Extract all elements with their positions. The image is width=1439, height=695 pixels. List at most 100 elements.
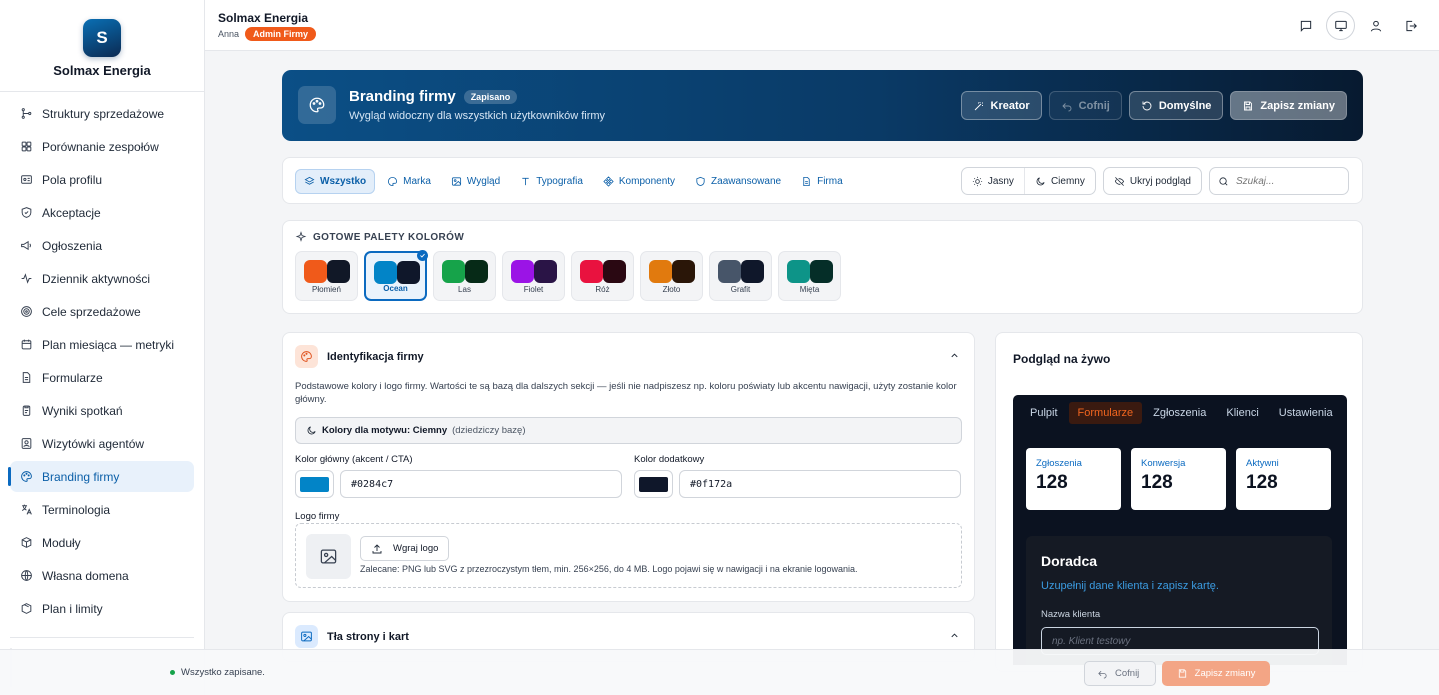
preview-tab: Klienci: [1226, 407, 1259, 419]
sun-icon: [972, 176, 982, 186]
preview-field-label: Nazwa klienta: [1041, 609, 1101, 620]
tab-label: Firma: [817, 176, 843, 187]
theme-dark-option[interactable]: Ciemny: [1023, 168, 1095, 194]
defaults-button[interactable]: Domyślne: [1128, 91, 1224, 120]
tab-firma[interactable]: Firma: [793, 169, 851, 194]
tab-typografia[interactable]: Typografia: [512, 169, 591, 194]
hero-header: Branding firmy Zapisano Wygląd widoczny …: [282, 70, 1363, 141]
palette-list: Płomień Ocean Las Fiolet Róż Złoto Grafit Mięta: [295, 250, 841, 301]
sidebar-item-ogloszenia[interactable]: Ogłoszenia: [10, 230, 194, 261]
logo-hint: Zalecane: PNG lub SVG z przezroczystym t…: [360, 564, 858, 574]
swatch-fill: [639, 476, 668, 492]
palette-swatch-primary: [374, 261, 397, 284]
preview-screen: Pulpit Formularze Zgłoszenia Klienci Ust…: [1013, 395, 1347, 665]
sidebar-item-dziennik[interactable]: Dziennik aktywności: [10, 263, 194, 294]
sidebar-item-domena[interactable]: Własna domena: [10, 560, 194, 591]
sidebar-item-porownanie[interactable]: Porównanie zespołów: [10, 131, 194, 162]
secondary-color-input[interactable]: #0f172a: [679, 470, 961, 498]
image-icon: [451, 177, 461, 186]
theme-dark-label: Ciemny: [1050, 175, 1085, 187]
messages-button[interactable]: [1291, 11, 1320, 40]
sidebar-item-cele[interactable]: Cele sprzedażowe: [10, 296, 194, 327]
tab-wyglad[interactable]: Wygląd: [443, 169, 508, 194]
motif-note: (dziedziczy bazę): [452, 425, 526, 436]
logo-dropzone[interactable]: Wgraj logo Zalecane: PNG lub SVG z przez…: [295, 523, 962, 588]
sidebar-item-label: Moduły: [42, 535, 81, 550]
sparkles-icon: [295, 231, 307, 242]
palette-7[interactable]: Mięta: [778, 251, 841, 301]
palette-swatch-secondary: [465, 260, 488, 283]
tab-marka[interactable]: Marka: [379, 169, 439, 194]
section-toolbar: Wszystko Marka Wygląd Typografia Kompone…: [282, 157, 1363, 204]
sidebar-item-terminologia[interactable]: Terminologia: [10, 494, 194, 525]
primary-color-swatch[interactable]: [295, 470, 334, 498]
defaults-button-label: Domyślne: [1158, 99, 1212, 112]
tab-komponenty[interactable]: Komponenty: [595, 169, 683, 194]
palettes-heading: GOTOWE PALETY KOLORÓW: [295, 231, 464, 243]
brand-name: Solmax Energia: [53, 63, 151, 78]
chevron-up-icon[interactable]: [949, 630, 960, 641]
profile-button[interactable]: [1361, 11, 1390, 40]
role-badge: Admin Firmy: [245, 27, 317, 41]
sidebar-item-plan-limity[interactable]: Plan i limity: [10, 593, 194, 624]
tab-zaawansowane[interactable]: Zaawansowane: [687, 169, 789, 194]
palette-3[interactable]: Fiolet: [502, 251, 565, 301]
undo-button[interactable]: Cofnij: [1048, 91, 1122, 120]
hide-preview-button[interactable]: Ukryj podgląd: [1102, 167, 1202, 195]
palette-0[interactable]: Płomień: [295, 251, 358, 301]
sidebar-item-moduly[interactable]: Moduły: [10, 527, 194, 558]
sidebar-item-wizytowki[interactable]: Wizytówki agentów: [10, 428, 194, 459]
status-save-button[interactable]: Zapisz zmiany: [1162, 661, 1270, 686]
sidebar-item-wyniki[interactable]: Wyniki spotkań: [10, 395, 194, 426]
palette-swatch-primary: [304, 260, 327, 283]
palette-swatch-primary: [580, 260, 603, 283]
upload-logo-button[interactable]: Wgraj logo: [360, 536, 450, 561]
section-description: Podstawowe kolory i logo firmy. Wartości…: [295, 381, 957, 405]
component-icon: [603, 176, 614, 187]
section-tabs: Wszystko Marka Wygląd Typografia Kompone…: [295, 169, 851, 194]
topbar-actions: [1291, 11, 1425, 40]
sidebar-item-pola-profilu[interactable]: Pola profilu: [10, 164, 194, 195]
activity-icon: [21, 273, 32, 284]
tab-label: Typografia: [536, 176, 583, 187]
chevron-up-icon[interactable]: [949, 350, 960, 361]
primary-color-label: Kolor główny (akcent / CTA): [295, 454, 413, 465]
sidebar-item-branding[interactable]: Branding firmy: [8, 461, 194, 492]
palette-label: Mięta: [799, 285, 820, 294]
primary-color-input[interactable]: #0284c7: [340, 470, 622, 498]
creator-button[interactable]: Kreator: [960, 91, 1042, 120]
sidebar-item-struktury[interactable]: Struktury sprzedażowe: [10, 98, 194, 129]
status-undo-button[interactable]: Cofnij: [1084, 661, 1156, 686]
display-button[interactable]: [1326, 11, 1355, 40]
palette-4[interactable]: Róż: [571, 251, 634, 301]
palette-6[interactable]: Grafit: [709, 251, 772, 301]
tab-wszystko[interactable]: Wszystko: [295, 169, 376, 194]
sidebar-item-label: Porównanie zespołów: [42, 139, 159, 154]
logout-button[interactable]: [1396, 11, 1425, 40]
search-input[interactable]: [1236, 175, 1336, 187]
theme-light-option[interactable]: Jasny: [962, 168, 1024, 194]
secondary-color-swatch[interactable]: [634, 470, 673, 498]
sidebar-item-plan-miesiaca[interactable]: Plan miesiąca — metryki: [10, 329, 194, 360]
page-title-text: Branding firmy: [349, 88, 456, 105]
contact-icon: [21, 438, 32, 449]
save-button[interactable]: Zapisz zmiany: [1230, 91, 1347, 120]
preview-panel-subtitle: Uzupełnij dane klienta i zapisz kartę.: [1041, 580, 1219, 592]
palette-swatch-secondary: [672, 260, 695, 283]
color-palettes: GOTOWE PALETY KOLORÓW Płomień Ocean Las Fio…: [282, 220, 1363, 314]
stat-label: Aktywni: [1246, 458, 1279, 469]
palette-1[interactable]: Ocean: [364, 250, 428, 301]
section-header[interactable]: Tła strony i kart: [295, 625, 409, 648]
sidebar-item-formularze[interactable]: Formularze: [10, 362, 194, 393]
stat-value: 128: [1246, 472, 1278, 493]
swatch-fill: [300, 476, 329, 492]
palette-swatch-primary: [649, 260, 672, 283]
palette-5[interactable]: Złoto: [640, 251, 703, 301]
sidebar-item-akceptacje[interactable]: Akceptacje: [10, 197, 194, 228]
document-icon: [803, 176, 810, 187]
stat-label: Konwersja: [1141, 458, 1186, 469]
palette-2[interactable]: Las: [433, 251, 496, 301]
primary-color-field: #0284c7: [295, 470, 622, 498]
palette-icon: [388, 176, 398, 187]
section-header[interactable]: Identyfikacja firmy: [295, 345, 424, 368]
